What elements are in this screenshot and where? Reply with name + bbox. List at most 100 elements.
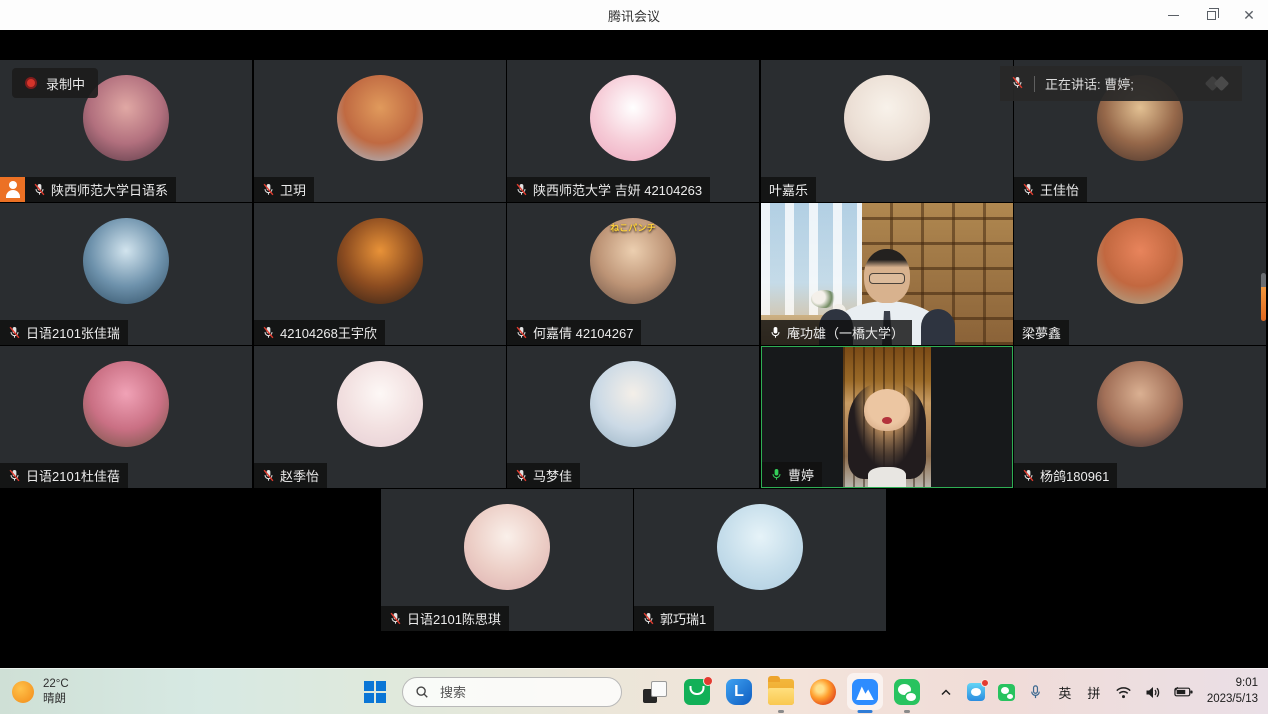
participant-tile[interactable]: 卫玥 bbox=[254, 60, 506, 202]
sun-icon bbox=[12, 681, 34, 703]
windows-taskbar: 22°C 晴朗 L 英拼 9:01 2023/5/13 bbox=[0, 668, 1268, 714]
taskbar-clock[interactable]: 9:01 2023/5/13 bbox=[1207, 676, 1258, 707]
participant-name: 王佳怡 bbox=[1040, 180, 1079, 199]
divider bbox=[1034, 76, 1035, 92]
search-icon bbox=[415, 685, 429, 699]
mic-muted-icon bbox=[642, 612, 655, 625]
video-grid: 录制中 正在讲话: 曹婷; 陕西师范大学日语系 卫玥陕西师范大学 吉妍 42104… bbox=[0, 30, 1268, 668]
mic-muted-icon bbox=[1011, 76, 1024, 89]
battery-button[interactable] bbox=[1174, 669, 1194, 714]
ime-pinyin-button[interactable]: 拼 bbox=[1086, 669, 1102, 714]
file-explorer-button[interactable] bbox=[760, 669, 802, 714]
chevron-up-icon bbox=[940, 688, 952, 697]
participant-tile[interactable]: 日语2101张佳瑞 bbox=[0, 203, 252, 345]
participant-name: 日语2101杜佳蓓 bbox=[26, 466, 120, 485]
participant-tile[interactable]: 日语2101陈思琪 bbox=[381, 489, 633, 631]
wechat-tray-icon bbox=[998, 684, 1015, 701]
participant-tile[interactable]: 日语2101杜佳蓓 bbox=[0, 346, 252, 488]
qq-messenger-button[interactable] bbox=[967, 669, 985, 714]
firefox-button[interactable] bbox=[802, 669, 844, 714]
mic-muted-icon bbox=[1022, 183, 1035, 196]
wechat-icon bbox=[894, 679, 920, 705]
participant-tile[interactable]: 杨鸽180961 bbox=[1014, 346, 1266, 488]
ime-en-button[interactable]: 英 bbox=[1057, 669, 1073, 714]
scrollbar-thumb[interactable] bbox=[1261, 273, 1266, 321]
participant-name: 陕西师范大学 吉妍 42104263 bbox=[533, 180, 702, 199]
participant-tile[interactable]: 郭巧瑞1 bbox=[634, 489, 886, 631]
participant-avatar bbox=[337, 75, 423, 161]
mic-muted-icon bbox=[1022, 469, 1035, 482]
recording-indicator[interactable]: 录制中 bbox=[12, 68, 98, 98]
mic-muted-icon bbox=[515, 183, 528, 196]
participant-name-tag: 日语2101张佳瑞 bbox=[0, 320, 128, 345]
volume-icon bbox=[1145, 686, 1161, 699]
participant-avatar bbox=[83, 218, 169, 304]
self-muted-mic-icon[interactable] bbox=[1011, 76, 1024, 92]
tencent-meeting-button[interactable] bbox=[844, 669, 886, 714]
notification-badge bbox=[703, 676, 713, 686]
windows-logo-icon bbox=[364, 681, 386, 703]
participant-name: 赵季怡 bbox=[280, 466, 319, 485]
volume-button[interactable] bbox=[1145, 669, 1161, 714]
participant-name-tag: 陕西师范大学日语系 bbox=[25, 177, 176, 202]
participant-name-tag: 何嘉倩 42104267 bbox=[507, 320, 641, 345]
participant-tile[interactable]: 赵季怡 bbox=[254, 346, 506, 488]
firefox-icon bbox=[810, 679, 836, 705]
mic-speaking-icon bbox=[770, 468, 783, 481]
microsoft-store-button[interactable] bbox=[676, 669, 718, 714]
microphone-button[interactable] bbox=[1028, 669, 1044, 714]
participant-avatar bbox=[337, 361, 423, 447]
taskbar-search[interactable] bbox=[402, 677, 622, 707]
task-view-icon bbox=[642, 679, 668, 705]
participant-tile[interactable]: 叶嘉乐 bbox=[761, 60, 1013, 202]
minimize-button[interactable] bbox=[1154, 0, 1192, 30]
clock-date: 2023/5/13 bbox=[1207, 692, 1258, 708]
blue-l-app-button[interactable]: L bbox=[718, 669, 760, 714]
wifi-button[interactable] bbox=[1115, 669, 1132, 714]
ime-en-label: 英 bbox=[1058, 683, 1071, 702]
participant-tile[interactable]: 庵功雄（一橋大学） bbox=[761, 203, 1013, 345]
weather-widget[interactable]: 22°C 晴朗 bbox=[12, 669, 69, 714]
mic-muted-icon bbox=[389, 612, 402, 625]
start-button[interactable] bbox=[356, 669, 394, 714]
participant-tile[interactable]: 梁夢鑫 bbox=[1014, 203, 1266, 345]
participant-name-tag: 日语2101杜佳蓓 bbox=[0, 463, 128, 488]
battery-charging-icon bbox=[1174, 686, 1194, 698]
search-input[interactable] bbox=[438, 684, 588, 701]
participant-name: 日语2101张佳瑞 bbox=[26, 323, 120, 342]
tencent-meeting-window: 腾讯会议 ✕ 录制中 正在讲话: 曹婷; 陕西师范大学日语系 卫玥陕西师范大学 吉… bbox=[0, 0, 1268, 714]
participant-tile[interactable]: 陕西师范大学 吉妍 42104263 bbox=[507, 60, 759, 202]
participant-name: 庵功雄（一橋大学） bbox=[787, 323, 904, 342]
window-titlebar: 腾讯会议 ✕ bbox=[0, 0, 1268, 30]
participant-name-tag: 杨鸽180961 bbox=[1014, 463, 1117, 488]
participant-name-tag: 日语2101陈思琪 bbox=[381, 606, 509, 631]
wifi-icon bbox=[1115, 686, 1132, 699]
restore-button[interactable] bbox=[1192, 0, 1230, 30]
wechat-button[interactable] bbox=[886, 669, 928, 714]
participant-name-tag: 曹婷 bbox=[762, 462, 822, 487]
participant-avatar bbox=[717, 504, 803, 590]
task-view-button[interactable] bbox=[634, 669, 676, 714]
wechat-tray-button[interactable] bbox=[998, 669, 1015, 714]
participant-name-tag: 梁夢鑫 bbox=[1014, 320, 1069, 345]
participant-name-tag: 叶嘉乐 bbox=[761, 177, 816, 202]
participant-avatar bbox=[337, 218, 423, 304]
tray-chevron-button[interactable] bbox=[938, 669, 954, 714]
participant-name: 陕西师范大学日语系 bbox=[51, 180, 168, 199]
mic-muted-icon bbox=[515, 469, 528, 482]
clock-time: 9:01 bbox=[1207, 676, 1258, 692]
participant-tile[interactable]: 马梦佳 bbox=[507, 346, 759, 488]
participant-tile[interactable]: 42104268王宇欣 bbox=[254, 203, 506, 345]
record-dot-icon bbox=[25, 77, 37, 89]
participant-name: 杨鸽180961 bbox=[1040, 466, 1109, 485]
participant-tile[interactable]: ねこパンチ何嘉倩 42104267 bbox=[507, 203, 759, 345]
close-button[interactable]: ✕ bbox=[1230, 0, 1268, 30]
layout-switch-icon[interactable] bbox=[1205, 75, 1231, 93]
participant-tile[interactable]: 曹婷 bbox=[761, 346, 1013, 488]
taskbar-apps: L bbox=[634, 669, 928, 714]
participant-name: 郭巧瑞1 bbox=[660, 609, 706, 628]
restore-icon bbox=[1207, 11, 1216, 20]
speaking-text: 正在讲话: 曹婷; bbox=[1045, 74, 1134, 93]
participant-name: 马梦佳 bbox=[533, 466, 572, 485]
weather-condition: 晴朗 bbox=[43, 692, 69, 707]
